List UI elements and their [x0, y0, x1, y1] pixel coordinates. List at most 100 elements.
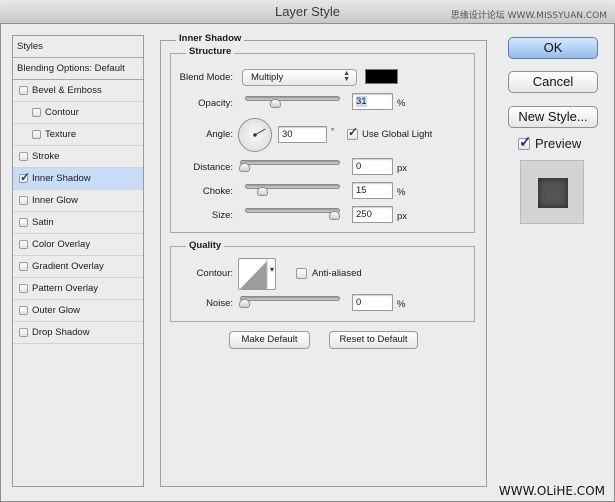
svg-text:▾: ▾: [270, 265, 274, 274]
checkbox-icon[interactable]: [19, 86, 28, 95]
preview-checkbox[interactable]: Preview: [518, 133, 582, 151]
checkbox-icon[interactable]: [19, 284, 28, 293]
noise-label: Noise:: [206, 298, 233, 309]
checkbox-icon[interactable]: [19, 196, 28, 205]
quality-heading: Quality: [186, 240, 225, 251]
use-global-light-label: Use Global Light: [362, 129, 433, 140]
sidebar-item-blending-options[interactable]: Blending Options: Default: [13, 58, 143, 80]
sidebar-item-label: Blending Options: Default: [17, 63, 125, 74]
sidebar-item-label: Texture: [45, 129, 77, 140]
styles-sidebar: Styles Blending Options: Default Bevel &…: [12, 35, 144, 487]
size-value: 250: [356, 209, 372, 220]
blend-mode-select[interactable]: Multiply ▲ ▼: [242, 69, 357, 86]
quality-group: [170, 246, 475, 322]
checkbox-icon[interactable]: [32, 130, 41, 139]
sidebar-item-satin[interactable]: Satin: [13, 212, 143, 234]
checkbox-icon[interactable]: [32, 108, 41, 117]
distance-unit: px: [397, 163, 408, 174]
contour-label: Contour:: [196, 268, 233, 279]
title-bar: Layer Style 思缘设计论坛 WWW.MISSYUAN.COM: [0, 0, 615, 24]
checkbox-icon[interactable]: [19, 218, 28, 227]
watermark-bottom: WWW.OLiHE.COM: [498, 484, 605, 498]
sidebar-item-inner-shadow[interactable]: Inner Shadow: [13, 168, 143, 190]
size-unit: px: [397, 211, 408, 222]
preview-swatch: [538, 178, 568, 208]
contour-picker[interactable]: ▾: [238, 258, 276, 290]
preview-label: Preview: [535, 136, 582, 151]
checkbox-icon[interactable]: [19, 328, 28, 337]
choke-slider-thumb[interactable]: [256, 187, 268, 196]
checkbox-icon: [296, 268, 307, 279]
sidebar-item-label: Gradient Overlay: [32, 261, 104, 272]
sidebar-item-styles[interactable]: Styles: [13, 36, 143, 58]
select-arrows-icon: ▲ ▼: [343, 70, 350, 83]
distance-slider-track[interactable]: [240, 160, 340, 165]
opacity-unit: %: [397, 98, 406, 109]
opacity-label: Opacity:: [198, 98, 233, 109]
sidebar-item-label: Inner Glow: [32, 195, 78, 206]
size-label: Size:: [211, 210, 233, 221]
sidebar-item-contour[interactable]: Contour: [13, 102, 143, 124]
sidebar-item-texture[interactable]: Texture: [13, 124, 143, 146]
distance-slider-thumb[interactable]: [239, 163, 250, 172]
angle-input[interactable]: 30: [278, 126, 327, 143]
reset-to-default-button[interactable]: Reset to Default: [329, 331, 418, 349]
noise-input[interactable]: 0: [352, 294, 393, 311]
angle-label: Angle:: [206, 129, 233, 140]
distance-label: Distance:: [193, 162, 233, 173]
size-input[interactable]: 250: [352, 206, 393, 223]
angle-unit: °: [331, 127, 335, 136]
inner-shadow-heading: Inner Shadow: [176, 33, 245, 44]
opacity-slider-track[interactable]: [245, 96, 340, 101]
anti-aliased-label: Anti-aliased: [312, 268, 362, 279]
sidebar-item-inner-glow[interactable]: Inner Glow: [13, 190, 143, 212]
checkbox-icon[interactable]: [19, 170, 30, 184]
blend-mode-label: Blend Mode:: [179, 72, 233, 83]
sidebar-item-pattern-overlay[interactable]: Pattern Overlay: [13, 278, 143, 300]
use-global-light-checkbox[interactable]: Use Global Light: [347, 125, 433, 140]
sidebar-item-label: Contour: [45, 107, 79, 118]
make-default-button[interactable]: Make Default: [229, 331, 310, 349]
watermark-top: 思缘设计论坛 WWW.MISSYUAN.COM: [450, 11, 607, 21]
sidebar-item-stroke[interactable]: Stroke: [13, 146, 143, 168]
checkbox-icon[interactable]: [19, 262, 28, 271]
new-style-button[interactable]: New Style...: [508, 106, 598, 128]
opacity-input[interactable]: 31: [352, 93, 393, 110]
noise-slider-track[interactable]: [240, 296, 340, 301]
checkbox-icon[interactable]: [19, 306, 28, 315]
anti-aliased-checkbox[interactable]: Anti-aliased: [296, 268, 362, 279]
distance-value: 0: [356, 161, 362, 172]
distance-input[interactable]: 0: [352, 158, 393, 175]
sidebar-item-label: Bevel & Emboss: [32, 85, 102, 96]
sidebar-item-label: Pattern Overlay: [32, 283, 98, 294]
opacity-slider-thumb[interactable]: [270, 99, 282, 108]
noise-value: 0: [356, 297, 362, 308]
contour-curve-icon: ▾: [239, 259, 274, 289]
structure-heading: Structure: [186, 46, 235, 57]
sidebar-item-gradient-overlay[interactable]: Gradient Overlay: [13, 256, 143, 278]
sidebar-item-outer-glow[interactable]: Outer Glow: [13, 300, 143, 322]
sidebar-item-label: Color Overlay: [32, 239, 91, 250]
sidebar-item-label: Styles: [17, 41, 43, 52]
choke-label: Choke:: [202, 186, 233, 197]
checkbox-icon[interactable]: [19, 152, 28, 161]
sidebar-item-label: Stroke: [32, 151, 60, 162]
checkbox-icon: [518, 133, 532, 151]
sidebar-item-color-overlay[interactable]: Color Overlay: [13, 234, 143, 256]
size-slider-thumb[interactable]: [329, 211, 340, 220]
angle-dial[interactable]: [238, 118, 272, 152]
checkbox-icon[interactable]: [19, 240, 28, 249]
size-slider-track[interactable]: [245, 208, 340, 213]
sidebar-item-label: Drop Shadow: [32, 327, 90, 338]
choke-input[interactable]: 15: [352, 182, 393, 199]
shadow-color-swatch[interactable]: [365, 69, 398, 84]
sidebar-item-bevel-emboss[interactable]: Bevel & Emboss: [13, 80, 143, 102]
angle-value: 30: [282, 129, 293, 140]
cancel-button[interactable]: Cancel: [508, 71, 598, 93]
sidebar-item-drop-shadow[interactable]: Drop Shadow: [13, 322, 143, 344]
ok-button[interactable]: OK: [508, 37, 598, 59]
noise-unit: %: [397, 299, 406, 310]
sidebar-item-label: Outer Glow: [32, 305, 81, 316]
noise-slider-thumb[interactable]: [239, 299, 250, 308]
choke-unit: %: [397, 187, 406, 198]
